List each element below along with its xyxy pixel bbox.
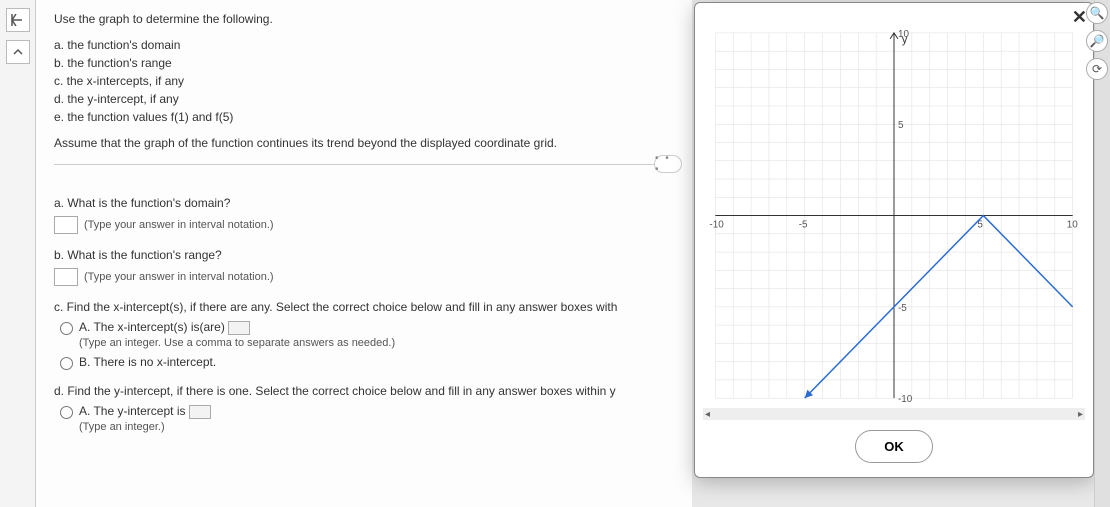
question-b-label: b. What is the function's range? [54,248,674,262]
divider: • • • [54,164,674,182]
choice-d-a-text: A. The y-intercept is [79,404,211,419]
question-d-label: d. Find the y-intercept, if there is one… [54,384,674,398]
more-button[interactable]: • • • [654,155,682,173]
question-a-label: a. What is the function's domain? [54,196,674,210]
svg-text:-10: -10 [898,394,913,405]
graph-area: y-10-5510-10-5510 ◂ ▸ [703,23,1085,420]
question-d: d. Find the y-intercept, if there is one… [54,384,674,433]
svg-text:-10: -10 [709,219,724,230]
svg-text:5: 5 [898,120,904,131]
ok-button[interactable]: OK [855,430,933,463]
svg-text:-5: -5 [799,219,808,230]
prompt-parts: a. the function's domain b. the function… [54,36,674,126]
choice-c-b-radio[interactable] [60,357,73,370]
answer-a-hint: (Type your answer in interval notation.) [84,219,274,231]
part-b: b. the function's range [54,54,674,72]
part-e: e. the function values f(1) and f(5) [54,108,674,126]
choice-d-a-hint: (Type an integer.) [79,421,211,433]
part-c: c. the x-intercepts, if any [54,72,674,90]
scroll-left-icon[interactable]: ◂ [705,409,710,420]
choice-c-b-text: B. There is no x-intercept. [79,355,216,369]
question-c: c. Find the x-intercept(s), if there are… [54,300,674,370]
function-graph: y-10-5510-10-5510 [703,23,1085,420]
choice-c-a-text: A. The x-intercept(s) is(are) [79,320,395,335]
back-icon[interactable] [6,8,30,32]
prompt-lead: Use the graph to determine the following… [54,12,674,26]
scroll-right-icon[interactable]: ▸ [1078,409,1083,420]
svg-text:-5: -5 [898,303,907,314]
answer-a-input[interactable] [54,216,78,234]
right-tool-icons: 🔍 🔎 ⟳ [1086,2,1108,80]
graph-modal: ✕ y-10-5510-10-5510 ◂ ▸ OK [694,2,1094,478]
modal-footer: OK [695,420,1093,477]
choice-d-a-input[interactable] [189,405,211,419]
part-d: d. the y-intercept, if any [54,90,674,108]
refresh-icon[interactable]: ⟳ [1086,58,1108,80]
zoom-icon[interactable]: 🔍 [1086,2,1108,24]
left-rail [0,0,36,507]
caret-up-icon[interactable] [6,40,30,64]
answer-b-input[interactable] [54,268,78,286]
question-c-label: c. Find the x-intercept(s), if there are… [54,300,674,314]
choice-c-a-hint: (Type an integer. Use a comma to separat… [79,337,395,349]
assume-text: Assume that the graph of the function co… [54,136,674,150]
answer-b-hint: (Type your answer in interval notation.) [84,271,274,283]
choice-c-a-pre: A. The x-intercept(s) is(are) [79,320,228,334]
svg-text:10: 10 [1067,219,1079,230]
choice-c-a-radio[interactable] [60,322,73,335]
choice-d-a-pre: A. The y-intercept is [79,404,189,418]
question-panel: Use the graph to determine the following… [36,0,692,507]
graph-scrollbar[interactable]: ◂ ▸ [703,408,1085,420]
svg-text:10: 10 [898,29,910,40]
question-a: a. What is the function's domain? (Type … [54,196,674,234]
choice-d-a-radio[interactable] [60,406,73,419]
choice-c-a-input[interactable] [228,321,250,335]
part-a: a. the function's domain [54,36,674,54]
search-icon[interactable]: 🔎 [1086,30,1108,52]
question-b: b. What is the function's range? (Type y… [54,248,674,286]
